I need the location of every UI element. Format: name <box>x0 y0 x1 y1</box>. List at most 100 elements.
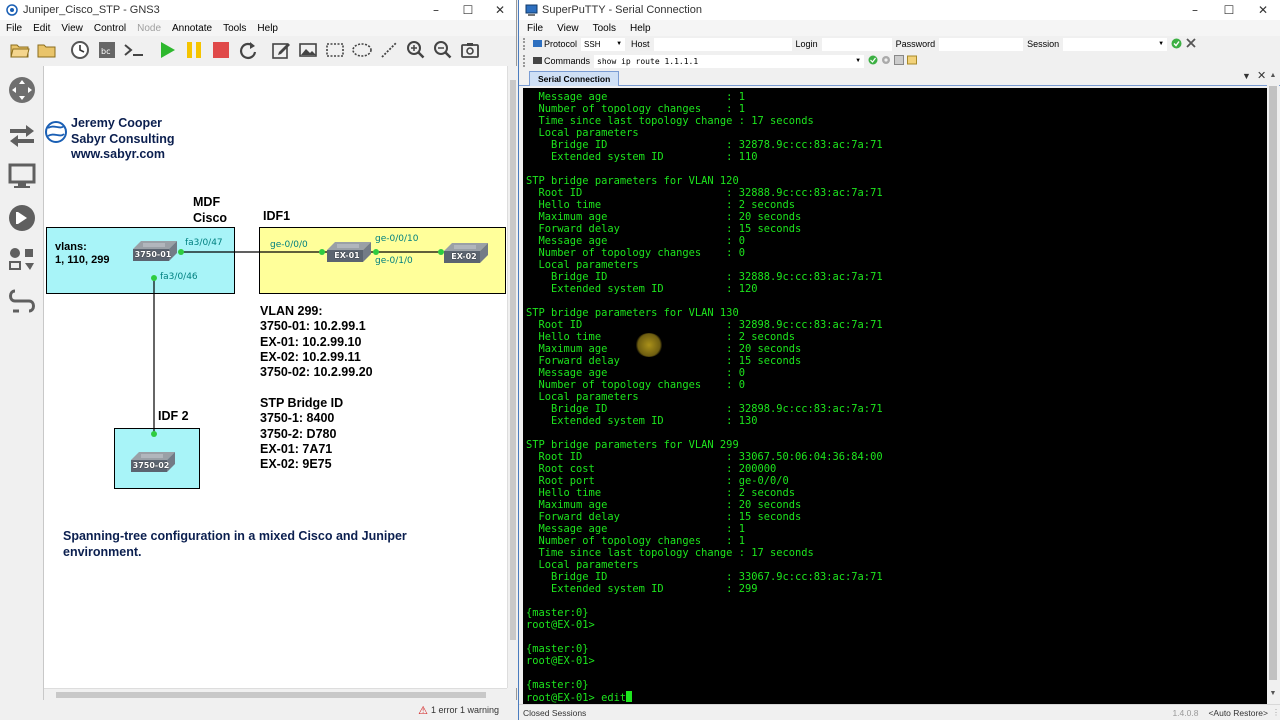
terminal-line: Root ID : 32898.9c:cc:83:ac:7a:71 <box>526 319 883 331</box>
warning-icon: ⚠ <box>418 704 428 717</box>
maximize-icon[interactable]: ☐ <box>1212 0 1246 20</box>
host-input[interactable] <box>653 37 792 51</box>
gns3-menubar: File Edit View Control Node Annotate Tools Help <box>0 20 516 36</box>
menu-file[interactable]: File <box>519 23 549 34</box>
terminal-line: Local parameters <box>526 391 639 403</box>
password-input[interactable] <box>939 37 1024 51</box>
terminal-line: Hello time : 2 seconds <box>526 487 796 499</box>
terminal-line: Message age : 1 <box>526 523 745 535</box>
pause-icon[interactable] <box>182 38 206 62</box>
all-devices-icon[interactable] <box>6 244 38 276</box>
terminal-line: {master:0} <box>526 607 589 619</box>
layout-icon[interactable] <box>894 55 905 67</box>
error-status[interactable]: 1 error 1 warning <box>431 705 499 715</box>
routers-icon[interactable] <box>6 74 38 106</box>
menu-edit[interactable]: Edit <box>27 23 55 34</box>
terminal-line: Number of topology changes : 1 <box>526 535 745 547</box>
terminal-scrollbar[interactable]: ▲ ▼ <box>1267 70 1279 704</box>
open-folder-icon[interactable] <box>8 38 32 62</box>
send-command-icon[interactable] <box>868 55 878 67</box>
folder-icon[interactable] <box>35 38 59 62</box>
settings-icon[interactable] <box>881 55 891 67</box>
switch-3750-02[interactable]: 3750-02 <box>129 450 177 474</box>
canvas-vertical-scrollbar[interactable] <box>507 66 517 688</box>
gns3-titlebar: Juniper_Cisco_STP - GNS3 – ☐ ✕ <box>0 0 516 20</box>
end-devices-icon[interactable] <box>6 160 38 192</box>
superputty-titlebar: SuperPuTTY - Serial Connection – ☐ ✕ <box>519 0 1280 20</box>
switches-icon[interactable] <box>6 118 38 150</box>
note-icon[interactable] <box>269 38 293 62</box>
protocol-select[interactable]: SSH ▼ <box>581 37 626 51</box>
terminal-line: Forward delay : 15 seconds <box>526 223 802 235</box>
topology-canvas[interactable]: Jeremy Cooper Sabyr Consulting www.sabyr… <box>44 66 507 688</box>
terminal-line: Maximum age : 20 seconds <box>526 499 802 511</box>
clear-command-icon[interactable] <box>907 55 918 67</box>
add-link-icon[interactable] <box>6 286 38 318</box>
menu-tools[interactable]: Tools <box>585 23 622 34</box>
menu-help[interactable]: Help <box>251 23 283 34</box>
tab-close-icon[interactable]: ✕ <box>1257 69 1266 82</box>
close-icon[interactable]: ✕ <box>1246 0 1280 20</box>
security-icon[interactable] <box>6 202 38 234</box>
minimize-icon[interactable]: – <box>1178 0 1212 20</box>
menu-control[interactable]: Control <box>88 23 131 34</box>
session-select[interactable]: ▼ <box>1063 37 1168 51</box>
protocol-label: Protocol <box>544 39 578 49</box>
terminal-line: Extended system ID : 299 <box>526 583 758 595</box>
line-icon[interactable] <box>377 38 401 62</box>
menu-view[interactable]: View <box>549 23 585 34</box>
menu-tools[interactable]: Tools <box>217 23 251 34</box>
terminal-line: root@EX-01> <box>526 655 595 667</box>
rectangle-icon[interactable] <box>323 38 347 62</box>
switch-ex-01[interactable]: EX-01 <box>325 240 373 264</box>
superputty-window: SuperPuTTY - Serial Connection – ☐ ✕ Fil… <box>518 0 1280 720</box>
port-label: fa3/0/46 <box>160 272 198 282</box>
tab-dropdown-icon[interactable]: ▼ <box>1242 71 1251 81</box>
menu-help[interactable]: Help <box>622 23 657 34</box>
image-icon[interactable] <box>296 38 320 62</box>
tab-serial-connection[interactable]: Serial Connection <box>529 71 620 86</box>
screenshot-icon[interactable] <box>458 38 482 62</box>
commands-input[interactable]: show ip route 1.1.1.1 ▼ <box>594 54 865 68</box>
login-input[interactable] <box>821 37 892 51</box>
menu-view[interactable]: View <box>55 23 88 34</box>
terminal-output[interactable]: Message age : 1 Number of topology chang… <box>523 88 1267 704</box>
auto-restore-label[interactable]: <Auto Restore> <box>1208 708 1268 718</box>
mouse-pointer-highlight <box>635 333 663 357</box>
terminal-line: Bridge ID : 32888.9c:cc:83:ac:7a:71 <box>526 271 883 283</box>
switch-3750-01[interactable]: 3750-01 <box>131 239 179 263</box>
snapshot-icon[interactable]: bc <box>95 38 119 62</box>
terminal-line: Forward delay : 15 seconds <box>526 511 802 523</box>
start-icon[interactable] <box>155 38 179 62</box>
superputty-menubar: File View Tools Help <box>519 20 1280 36</box>
menu-node[interactable]: Node <box>131 23 166 34</box>
terminal-line: Local parameters <box>526 259 639 271</box>
gns3-window: Juniper_Cisco_STP - GNS3 – ☐ ✕ File Edit V… <box>0 0 517 720</box>
console-icon[interactable] <box>122 38 146 62</box>
host-label: Host <box>631 39 650 49</box>
ellipse-icon[interactable] <box>350 38 374 62</box>
close-icon[interactable]: ✕ <box>484 0 516 20</box>
superputty-title: SuperPuTTY - Serial Connection <box>542 4 702 16</box>
reload-icon[interactable] <box>236 38 260 62</box>
canvas-horizontal-scrollbar[interactable] <box>44 688 507 700</box>
connect-icon[interactable] <box>1171 38 1182 51</box>
terminal-line: Number of topology changes : 1 <box>526 103 745 115</box>
zoom-out-icon[interactable] <box>431 38 455 62</box>
terminal-line: STP bridge parameters for VLAN 120 <box>526 175 739 187</box>
menu-file[interactable]: File <box>0 23 27 34</box>
protocol-icon <box>533 39 542 50</box>
stop-icon[interactable] <box>209 38 233 62</box>
closed-sessions-link[interactable]: Closed Sessions <box>523 708 586 718</box>
clock-icon[interactable] <box>68 38 92 62</box>
menu-annotate[interactable]: Annotate <box>166 23 217 34</box>
maximize-icon[interactable]: ☐ <box>452 0 484 20</box>
zoom-in-icon[interactable] <box>404 38 428 62</box>
switch-ex-02[interactable]: EX-02 <box>442 241 490 265</box>
clear-icon[interactable] <box>1186 38 1196 50</box>
resize-grip-icon[interactable]: ⋮ <box>1272 708 1280 717</box>
minimize-icon[interactable]: – <box>420 0 452 20</box>
